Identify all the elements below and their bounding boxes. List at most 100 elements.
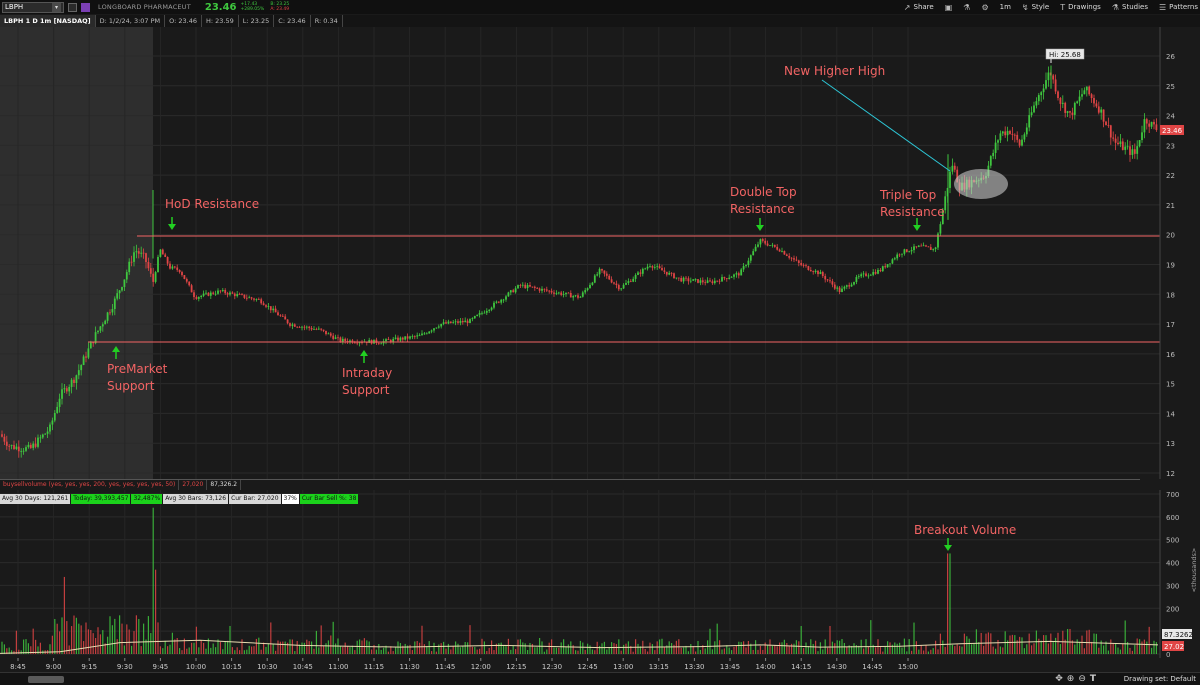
volume-bar (246, 649, 248, 654)
volume-bar (615, 644, 617, 654)
symbol-selector[interactable]: LBPH ▾ (2, 1, 64, 13)
candle-body (728, 277, 731, 280)
annotation-double-top-2[interactable]: Resistance (730, 202, 795, 216)
zoom-out-icon[interactable]: ⊖ (1078, 674, 1086, 684)
settings-button[interactable]: ⚙ (981, 3, 988, 12)
patterns-button[interactable]: ☰ Patterns (1159, 3, 1198, 12)
candle-body (685, 277, 687, 279)
volume-bar (1112, 643, 1114, 654)
annotation-double-top-1[interactable]: Double Top (730, 185, 797, 199)
price-chart[interactable]: New Higher High HoD Resistance Double To… (0, 27, 1200, 479)
patterns-label: Patterns (1169, 3, 1198, 11)
style-button[interactable]: ↯ Style (1022, 3, 1049, 12)
price-axis[interactable]: 26 25 24 23 22 21 20 19 18 17 16 15 14 13 12 (1159, 27, 1175, 479)
annotation-intraday-1[interactable]: Intraday (342, 366, 392, 380)
consolidation-ellipse[interactable] (954, 169, 1008, 199)
drawing-set-label[interactable]: Drawing set: Default (1124, 674, 1196, 685)
share-button[interactable]: ↗ Share (904, 3, 934, 12)
volume-bar (109, 616, 111, 654)
volume-bar (1059, 644, 1061, 654)
volume-tick: 300 (1166, 582, 1179, 590)
candle-body (605, 273, 608, 276)
volume-chart[interactable]: Breakout Volume 7006005004003002001000 <… (0, 490, 1200, 658)
candle-body (325, 330, 327, 335)
flask-button[interactable]: ⚗ (963, 3, 970, 12)
candle-body (176, 267, 179, 270)
volume-bar (971, 644, 973, 654)
candle-body (329, 333, 332, 336)
volume-study-title[interactable]: buysellvolume (yes, yes, yes, 200, yes, … (0, 479, 1140, 490)
annotation-triple-top-1[interactable]: Triple Top (879, 188, 936, 202)
candle-body (577, 295, 579, 298)
time-axis[interactable]: 8:45 9:00 9:15 9:30 9:45 10:00 10:15 10:30 10:45… (0, 658, 1200, 672)
price-tick: 17 (1166, 321, 1175, 329)
candle-body (845, 285, 848, 287)
volume-bar (467, 642, 469, 654)
time-tick: 14:45 (862, 663, 882, 671)
timeframe-button[interactable]: 1m (1000, 3, 1011, 11)
color-link-icon[interactable] (68, 2, 77, 12)
candle-body (1105, 121, 1107, 126)
candle-body (1129, 146, 1131, 155)
study-value-2: 87,326.2 (207, 480, 242, 490)
annotation-premarket-1[interactable]: PreMarket (107, 362, 168, 376)
volume-bar (282, 641, 284, 654)
candle-body (255, 299, 258, 300)
candle-body (730, 276, 733, 278)
annotation-intraday-2[interactable]: Support (342, 383, 390, 397)
candle-body (125, 272, 128, 280)
volume-bar (620, 650, 622, 654)
studies-button[interactable]: ⚗ Studies (1112, 3, 1148, 12)
volume-bar (997, 639, 999, 654)
study-name[interactable]: buysellvolume (yes, yes, yes, 200, yes, … (0, 480, 180, 490)
time-tick: 12:30 (542, 663, 562, 671)
text-tool-icon[interactable]: T (1090, 674, 1096, 684)
volume-bar (966, 636, 968, 654)
volume-bar (447, 643, 449, 654)
candle-body (87, 348, 90, 358)
candle-body (320, 328, 323, 330)
volume-bar (601, 643, 603, 654)
pan-icon[interactable]: ✥ (1055, 674, 1063, 684)
zoom-in-icon[interactable]: ⊕ (1067, 674, 1075, 684)
annotation-hod[interactable]: HoD Resistance (165, 197, 259, 211)
chevron-down-icon[interactable]: ▾ (52, 2, 61, 12)
candle-body (545, 289, 548, 291)
scrollbar-thumb[interactable] (28, 676, 64, 683)
annotation-triple-top-2[interactable]: Resistance (880, 205, 945, 219)
volume-bar (296, 640, 298, 654)
volume-chart-svg[interactable]: Breakout Volume 7006005004003002001000 <… (0, 490, 1200, 658)
candle-body (63, 388, 66, 390)
volume-bar (354, 650, 356, 654)
candle-body (951, 165, 954, 172)
volume-bar (330, 635, 332, 654)
candle-body (773, 244, 776, 247)
volume-bar (759, 645, 761, 654)
annotation-breakout-volume[interactable]: Breakout Volume (914, 523, 1016, 537)
price-chart-svg[interactable]: New Higher High HoD Resistance Double To… (0, 27, 1200, 479)
candle-body (629, 281, 632, 282)
candle-body (922, 245, 925, 247)
candle-body (541, 288, 543, 291)
annotation-new-high[interactable]: New Higher High (784, 64, 885, 78)
link-group-icon[interactable] (81, 2, 90, 12)
bar-open: O: 23.46 (165, 15, 203, 27)
candle-body (1088, 86, 1091, 95)
time-tick: 13:00 (613, 663, 633, 671)
candle-body (795, 259, 798, 261)
drawings-button[interactable]: T Drawings (1060, 3, 1101, 12)
annotation-premarket-2[interactable]: Support (107, 379, 155, 393)
candle-body (869, 274, 872, 276)
toolbar-actions: ↗ Share ▣ ⚗ ⚙ 1m ↯ Style T Drawings ⚗ Studie… (904, 0, 1198, 14)
volume-bar (536, 647, 538, 654)
camera-button[interactable]: ▣ (945, 3, 953, 12)
chart-title[interactable]: LBPH 1 D 1m [NASDAQ] (0, 15, 96, 27)
volume-bar (951, 644, 953, 654)
time-tick: 13:15 (649, 663, 669, 671)
text-tool-icon: T (1060, 2, 1066, 12)
candle-body (673, 273, 675, 279)
volume-bar (1047, 643, 1049, 654)
trend-line[interactable] (821, 79, 951, 172)
stat-pct: 37% (281, 494, 299, 504)
time-tick: 13:30 (684, 663, 704, 671)
